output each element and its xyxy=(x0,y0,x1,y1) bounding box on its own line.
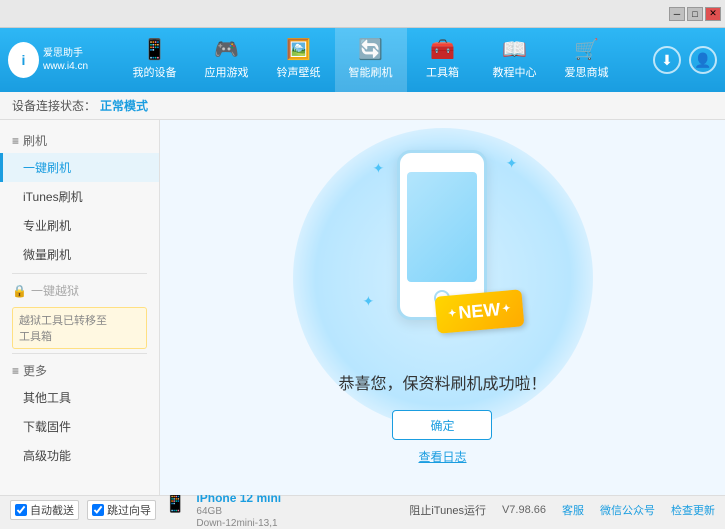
new-badge: NEW xyxy=(434,289,524,333)
nav-bar: i 爱思助手 www.i4.cn 📱 我的设备 🎮 应用游戏 🖼️ 铃声壁纸 🔄… xyxy=(0,28,725,92)
sidebar-item-micro-flash[interactable]: 微量刷机 xyxy=(0,240,159,269)
sidebar-divider-2 xyxy=(12,353,147,354)
skip-wizard-checkbox[interactable]: 跳过向导 xyxy=(87,500,156,520)
apps-games-icon: 🎮 xyxy=(214,40,239,60)
nav-toolbox-label: 工具箱 xyxy=(426,64,459,80)
sidebar-item-advanced[interactable]: 高级功能 xyxy=(0,441,159,470)
nav-apps-games[interactable]: 🎮 应用游戏 xyxy=(191,28,263,92)
main-layout: ≡ 刷机 一键刷机 iTunes刷机 专业刷机 微量刷机 🔒 一键越狱 越狱工具… xyxy=(0,120,725,495)
nav-items: 📱 我的设备 🎮 应用游戏 🖼️ 铃声壁纸 🔄 智能刷机 🧰 工具箱 📖 教程中… xyxy=(88,28,653,92)
section-icon: ≡ xyxy=(12,134,19,148)
device-phone-icon: 📱 xyxy=(164,493,186,514)
lock-icon: 🔒 xyxy=(12,284,27,298)
nav-flash-label: 智能刷机 xyxy=(349,64,393,80)
sparkle-1: ✦ xyxy=(372,160,384,177)
logo-text: 爱思助手 www.i4.cn xyxy=(43,47,88,73)
content-area: ✦ ✦ ✦ NEW 恭喜您，保资料刷机成功啦！ 确定 查看日志 xyxy=(160,120,725,495)
ringtone-icon: 🖼️ xyxy=(286,40,311,60)
more-section-icon: ≡ xyxy=(12,364,19,378)
nav-store[interactable]: 🛒 爱思商城 xyxy=(551,28,623,92)
content-inner: ✦ ✦ ✦ NEW 恭喜您，保资料刷机成功啦！ 确定 查看日志 xyxy=(338,150,546,465)
nav-my-device-label: 我的设备 xyxy=(133,64,177,80)
sidebar-item-itunes-flash[interactable]: iTunes刷机 xyxy=(0,182,159,211)
sidebar-item-other-tools[interactable]: 其他工具 xyxy=(0,383,159,412)
sidebar-section-flash: ≡ 刷机 一键刷机 iTunes刷机 专业刷机 微量刷机 xyxy=(0,128,159,269)
itunes-status: 阻止iTunes运行 xyxy=(409,502,486,518)
sparkle-3: ✦ xyxy=(362,293,374,310)
close-button[interactable]: ✕ xyxy=(705,7,721,21)
my-device-icon: 📱 xyxy=(142,40,167,60)
nav-ringtone-label: 铃声壁纸 xyxy=(277,64,321,80)
sidebar-section-jailbreak: 🔒 一键越狱 越狱工具已转移至工具箱 xyxy=(0,278,159,349)
toolbox-icon: 🧰 xyxy=(430,40,455,60)
more-log-link[interactable]: 查看日志 xyxy=(418,448,466,465)
tutorials-icon: 📖 xyxy=(502,40,527,60)
nav-flash[interactable]: 🔄 智能刷机 xyxy=(335,28,407,92)
sidebar-item-onekey-flash[interactable]: 一键刷机 xyxy=(0,153,159,182)
success-title: 恭喜您，保资料刷机成功啦！ xyxy=(338,370,546,394)
title-bar: ─ □ ✕ xyxy=(0,0,725,28)
sidebar-item-pro-flash[interactable]: 专业刷机 xyxy=(0,211,159,240)
phone-illustration: ✦ ✦ ✦ NEW xyxy=(352,150,532,350)
minimize-button[interactable]: ─ xyxy=(669,7,685,21)
window-controls: ─ □ ✕ xyxy=(669,7,721,21)
sidebar-section-flash-title: ≡ 刷机 xyxy=(0,128,159,153)
itunes-status-label: 阻止iTunes运行 xyxy=(409,502,486,518)
skip-wizard-input[interactable] xyxy=(92,504,104,516)
nav-toolbox[interactable]: 🧰 工具箱 xyxy=(407,28,479,92)
sidebar: ≡ 刷机 一键刷机 iTunes刷机 专业刷机 微量刷机 🔒 一键越狱 越狱工具… xyxy=(0,120,160,495)
store-icon: 🛒 xyxy=(574,40,599,60)
wechat-link[interactable]: 微信公众号 xyxy=(600,502,655,518)
user-button[interactable]: 👤 xyxy=(689,46,717,74)
nav-right-buttons: ⬇ 👤 xyxy=(653,46,717,74)
bottom-bar: 自动截送 跳过向导 📱 iPhone 12 mini 64GB Down-12m… xyxy=(0,495,725,523)
sidebar-item-download-firmware[interactable]: 下载固件 xyxy=(0,412,159,441)
nav-my-device[interactable]: 📱 我的设备 xyxy=(119,28,191,92)
confirm-button[interactable]: 确定 xyxy=(392,410,492,440)
logo: i 爱思助手 www.i4.cn xyxy=(8,42,88,78)
nav-apps-games-label: 应用游戏 xyxy=(205,64,249,80)
sidebar-jailbreak-warning: 越狱工具已转移至工具箱 xyxy=(12,307,147,349)
sidebar-section-more: ≡ 更多 其他工具 下载固件 高级功能 xyxy=(0,358,159,470)
auto-submit-input[interactable] xyxy=(15,504,27,516)
status-label: 设备连接状态： xyxy=(12,97,96,114)
status-bar: 设备连接状态： 正常模式 xyxy=(0,92,725,120)
bottom-right: 阻止iTunes运行 V7.98.66 客服 微信公众号 检查更新 xyxy=(409,502,715,518)
maximize-button[interactable]: □ xyxy=(687,7,703,21)
nav-tutorials-label: 教程中心 xyxy=(493,64,537,80)
sparkle-2: ✦ xyxy=(506,155,518,172)
version-text: V7.98.66 xyxy=(502,504,546,516)
phone-screen xyxy=(407,172,477,282)
check-update-link[interactable]: 检查更新 xyxy=(671,502,715,518)
customer-service-link[interactable]: 客服 xyxy=(562,502,584,518)
status-value: 正常模式 xyxy=(100,97,148,114)
flash-icon: 🔄 xyxy=(358,40,383,60)
logo-icon: i xyxy=(8,42,39,78)
sidebar-divider-1 xyxy=(12,273,147,274)
device-storage: 64GB xyxy=(196,506,281,517)
auto-submit-checkbox[interactable]: 自动截送 xyxy=(10,500,79,520)
nav-store-label: 爱思商城 xyxy=(565,64,609,80)
sidebar-section-jailbreak-title: 🔒 一键越狱 xyxy=(0,278,159,303)
nav-tutorials[interactable]: 📖 教程中心 xyxy=(479,28,551,92)
device-version: Down-12mini-13,1 xyxy=(196,518,281,529)
download-button[interactable]: ⬇ xyxy=(653,46,681,74)
sidebar-section-more-title: ≡ 更多 xyxy=(0,358,159,383)
nav-ringtone-wallpaper[interactable]: 🖼️ 铃声壁纸 xyxy=(263,28,335,92)
